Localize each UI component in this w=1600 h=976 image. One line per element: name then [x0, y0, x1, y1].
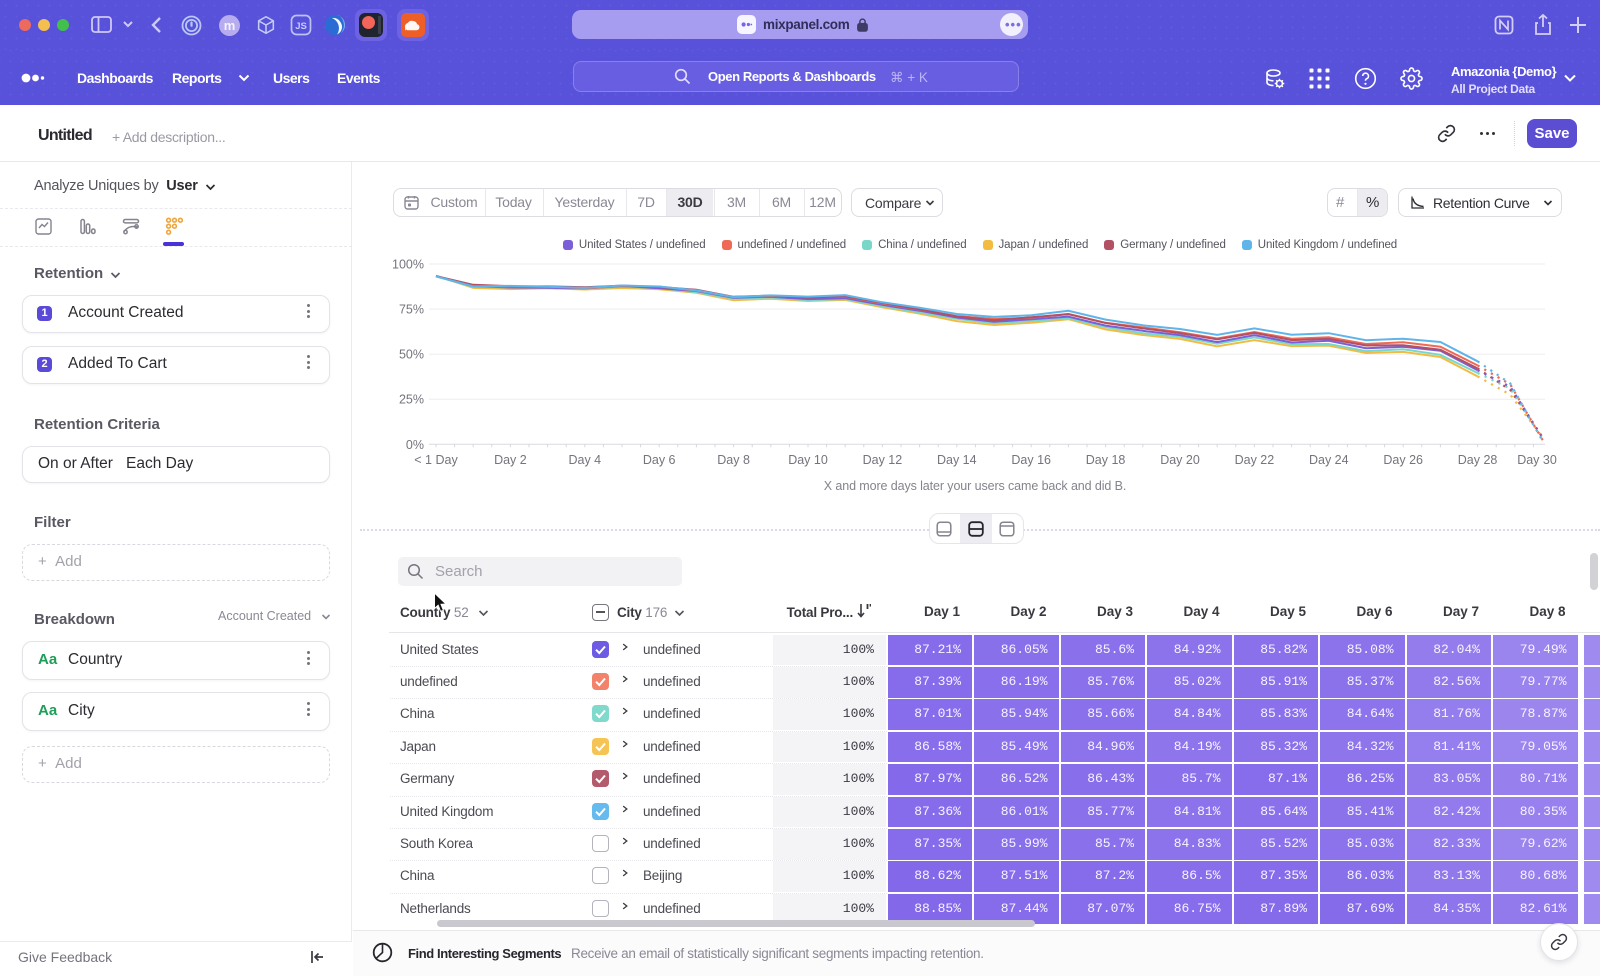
svg-text:Day 20: Day 20: [1160, 453, 1200, 467]
svg-text:Day 10: Day 10: [788, 453, 828, 467]
svg-text:Day 18: Day 18: [1086, 453, 1126, 467]
svg-text:Day 6: Day 6: [643, 453, 676, 467]
svg-text:Day 8: Day 8: [717, 453, 750, 467]
svg-text:Day 24: Day 24: [1309, 453, 1349, 467]
svg-text:50%: 50%: [399, 348, 424, 362]
svg-text:Day 4: Day 4: [568, 453, 601, 467]
svg-text:75%: 75%: [399, 303, 424, 317]
svg-text:Day 28: Day 28: [1458, 453, 1498, 467]
svg-text:Day 26: Day 26: [1383, 453, 1423, 467]
svg-text:25%: 25%: [399, 393, 424, 407]
svg-text:Day 30: Day 30: [1517, 453, 1557, 467]
svg-text:< 1 Day: < 1 Day: [414, 453, 458, 467]
svg-text:100%: 100%: [392, 258, 424, 272]
svg-text:Day 2: Day 2: [494, 453, 527, 467]
svg-text:0%: 0%: [406, 438, 424, 452]
svg-text:X and more days later your use: X and more days later your users came ba…: [824, 479, 1127, 493]
svg-text:Day 16: Day 16: [1011, 453, 1051, 467]
svg-text:Day 14: Day 14: [937, 453, 977, 467]
svg-text:Day 12: Day 12: [863, 453, 903, 467]
svg-text:Day 22: Day 22: [1235, 453, 1275, 467]
